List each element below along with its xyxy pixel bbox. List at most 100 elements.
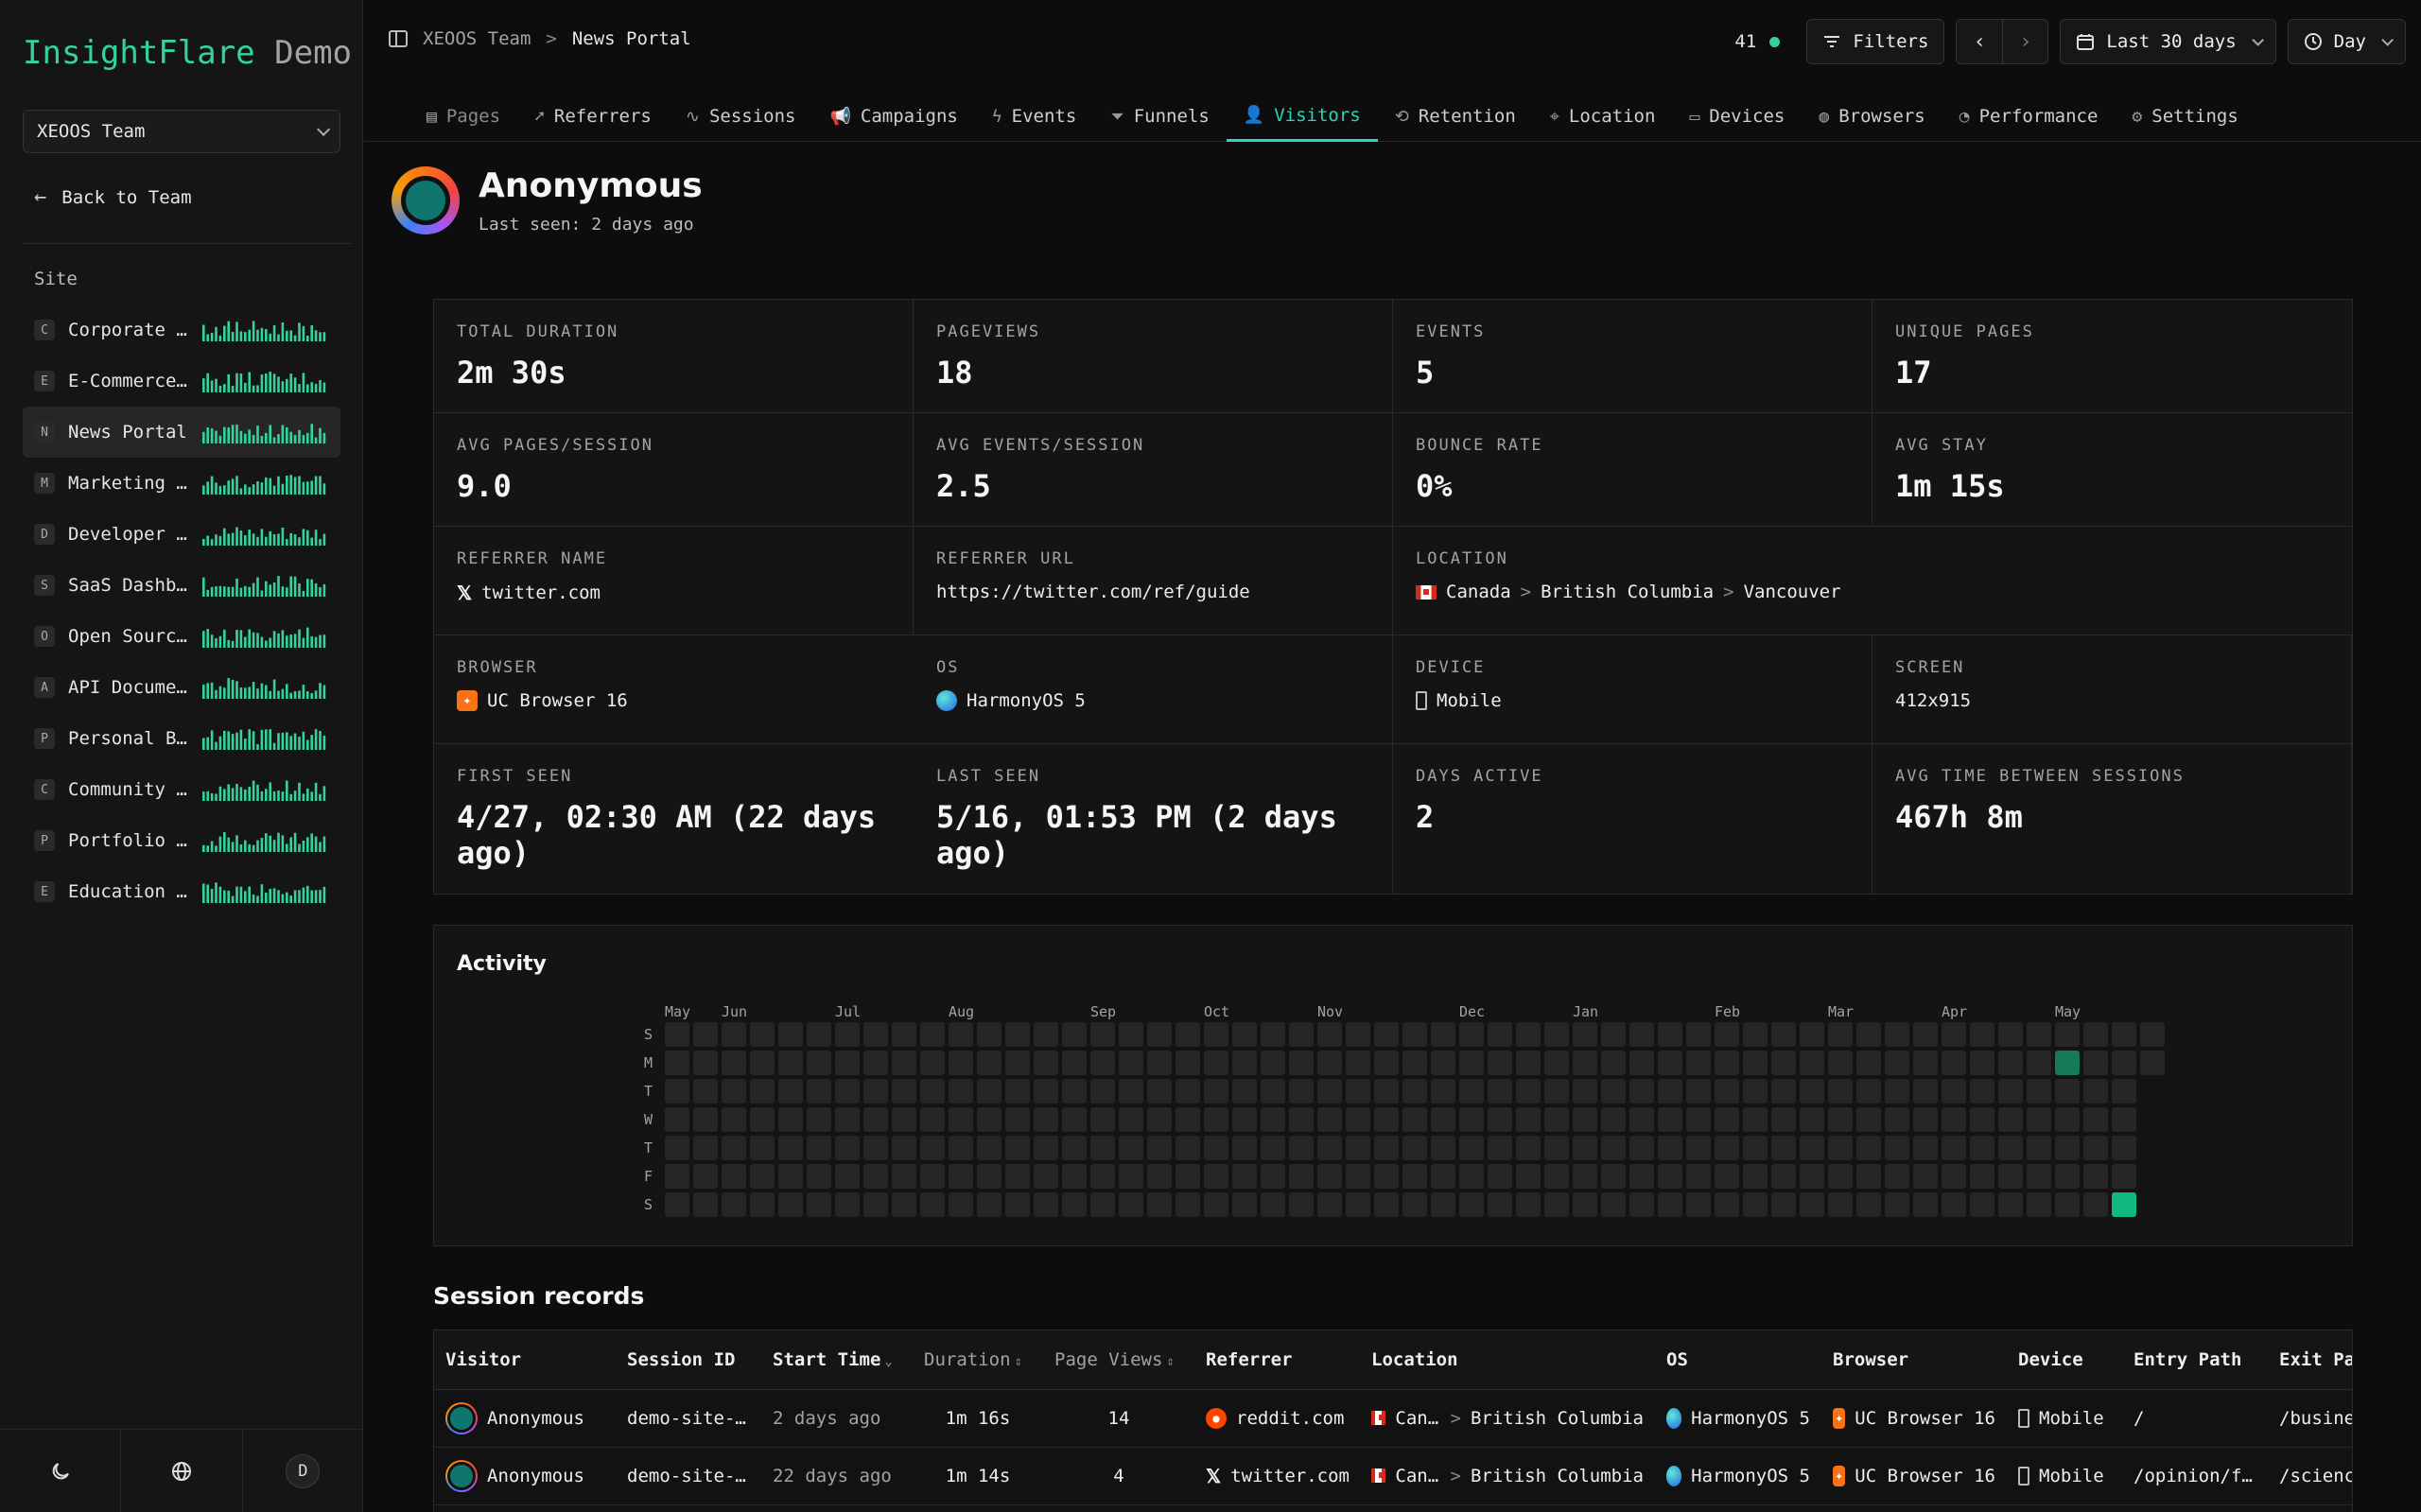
heatmap-cell[interactable] xyxy=(1828,1051,1853,1075)
heatmap-cell[interactable] xyxy=(1090,1051,1115,1075)
heatmap-cell[interactable] xyxy=(835,1136,860,1160)
heatmap-cell[interactable] xyxy=(1544,1022,1569,1047)
user-menu-button[interactable]: D xyxy=(243,1430,363,1512)
tab-devices[interactable]: ▭ Devices xyxy=(1672,91,1802,142)
heatmap-cell[interactable] xyxy=(1062,1192,1087,1217)
heatmap-cell[interactable] xyxy=(1090,1022,1115,1047)
heatmap-cell[interactable] xyxy=(2027,1079,2051,1104)
heatmap-cell[interactable] xyxy=(1317,1022,1342,1047)
heatmap-cell[interactable] xyxy=(1573,1107,1597,1132)
heatmap-cell[interactable] xyxy=(2140,1051,2165,1075)
heatmap-cell[interactable] xyxy=(1346,1164,1370,1189)
heatmap-cell[interactable] xyxy=(1289,1022,1314,1047)
date-range-select[interactable]: Last 30 days xyxy=(2060,19,2276,64)
heatmap-cell[interactable] xyxy=(693,1192,718,1217)
heatmap-cell[interactable] xyxy=(1374,1136,1399,1160)
heatmap-cell[interactable] xyxy=(1998,1051,2023,1075)
sidebar-site-item[interactable]: M Marketing Landing xyxy=(23,458,340,509)
heatmap-cell[interactable] xyxy=(1686,1136,1711,1160)
heatmap-cell[interactable] xyxy=(1573,1192,1597,1217)
heatmap-cell[interactable] xyxy=(1062,1051,1087,1075)
table-row[interactable]: Anonymous demo-site-news-portal-s222 days… xyxy=(434,1447,2352,1505)
heatmap-cell[interactable] xyxy=(1544,1079,1569,1104)
heatmap-cell[interactable] xyxy=(977,1051,1001,1075)
heatmap-cell[interactable] xyxy=(1090,1107,1115,1132)
heatmap-cell[interactable] xyxy=(778,1107,803,1132)
heatmap-cell[interactable] xyxy=(977,1164,1001,1189)
heatmap-cell[interactable] xyxy=(722,1164,746,1189)
heatmap-cell[interactable] xyxy=(1232,1051,1257,1075)
heatmap-cell[interactable] xyxy=(1686,1079,1711,1104)
tab-performance[interactable]: ◔ Performance xyxy=(1942,91,2116,142)
heatmap-cell[interactable] xyxy=(1715,1164,1739,1189)
heatmap-cell[interactable] xyxy=(722,1136,746,1160)
heatmap-cell[interactable] xyxy=(1715,1022,1739,1047)
heatmap-cell[interactable] xyxy=(920,1079,945,1104)
heatmap-cell[interactable] xyxy=(693,1136,718,1160)
heatmap-cell[interactable] xyxy=(1658,1079,1682,1104)
heatmap-cell[interactable] xyxy=(1743,1136,1768,1160)
heatmap-cell[interactable] xyxy=(1204,1107,1228,1132)
heatmap-cell[interactable] xyxy=(1431,1022,1455,1047)
heatmap-cell[interactable] xyxy=(1374,1107,1399,1132)
heatmap-cell[interactable] xyxy=(863,1164,888,1189)
back-to-team-link[interactable]: ← Back to Team xyxy=(34,185,192,209)
heatmap-cell[interactable] xyxy=(1317,1136,1342,1160)
heatmap-cell[interactable] xyxy=(1402,1192,1427,1217)
heatmap-cell[interactable] xyxy=(1346,1136,1370,1160)
heatmap-cell[interactable] xyxy=(1090,1136,1115,1160)
language-button[interactable] xyxy=(121,1430,243,1512)
heatmap-cell[interactable] xyxy=(1119,1051,1143,1075)
heatmap-cell[interactable] xyxy=(750,1051,775,1075)
heatmap-cell[interactable] xyxy=(1176,1164,1200,1189)
sidebar-site-item[interactable]: A API Documentation xyxy=(23,662,340,713)
heatmap-cell[interactable] xyxy=(1204,1079,1228,1104)
heatmap-cell[interactable] xyxy=(949,1136,973,1160)
heatmap-cell[interactable] xyxy=(1913,1164,1938,1189)
heatmap-cell[interactable] xyxy=(1402,1164,1427,1189)
heatmap-cell[interactable] xyxy=(807,1051,831,1075)
heatmap-cell[interactable] xyxy=(1402,1136,1427,1160)
heatmap-cell[interactable] xyxy=(750,1107,775,1132)
heatmap-cell[interactable] xyxy=(1998,1136,2023,1160)
heatmap-cell[interactable] xyxy=(1573,1022,1597,1047)
heatmap-cell[interactable] xyxy=(1034,1107,1058,1132)
heatmap-cell[interactable] xyxy=(2083,1107,2108,1132)
sidebar-site-item[interactable]: C Community Forum xyxy=(23,764,340,815)
heatmap-cell[interactable] xyxy=(949,1164,973,1189)
table-row[interactable]: Anonymous demo-site-news-portal-s12 days … xyxy=(434,1389,2352,1448)
heatmap-cell[interactable] xyxy=(892,1051,916,1075)
heatmap-cell[interactable] xyxy=(693,1107,718,1132)
heatmap-cell[interactable] xyxy=(2112,1136,2136,1160)
heatmap-cell[interactable] xyxy=(863,1022,888,1047)
heatmap-cell[interactable] xyxy=(1913,1192,1938,1217)
heatmap-cell[interactable] xyxy=(835,1022,860,1047)
heatmap-cell[interactable] xyxy=(1601,1107,1626,1132)
heatmap-cell[interactable] xyxy=(1601,1164,1626,1189)
heatmap-cell[interactable] xyxy=(2083,1051,2108,1075)
heatmap-cell[interactable] xyxy=(1601,1022,1626,1047)
heatmap-cell[interactable] xyxy=(1942,1192,1966,1217)
heatmap-cell[interactable] xyxy=(750,1164,775,1189)
heatmap-cell[interactable] xyxy=(1488,1136,1512,1160)
heatmap-cell[interactable] xyxy=(1005,1079,1030,1104)
heatmap-cell[interactable] xyxy=(1034,1022,1058,1047)
heatmap-cell[interactable] xyxy=(1544,1192,1569,1217)
heatmap-cell[interactable] xyxy=(1516,1079,1541,1104)
heatmap-cell[interactable] xyxy=(1261,1107,1285,1132)
heatmap-cell[interactable] xyxy=(693,1051,718,1075)
heatmap-cell[interactable] xyxy=(1176,1136,1200,1160)
heatmap-cell[interactable] xyxy=(1771,1192,1796,1217)
heatmap-cell[interactable] xyxy=(949,1107,973,1132)
col-duration[interactable]: Duration ⇕ xyxy=(913,1330,1043,1390)
theme-toggle-button[interactable] xyxy=(0,1430,122,1512)
heatmap-cell[interactable] xyxy=(1828,1107,1853,1132)
heatmap-cell[interactable] xyxy=(1176,1079,1200,1104)
heatmap-cell[interactable] xyxy=(920,1164,945,1189)
heatmap-cell[interactable] xyxy=(863,1079,888,1104)
heatmap-cell[interactable] xyxy=(1488,1022,1512,1047)
heatmap-cell[interactable] xyxy=(977,1022,1001,1047)
heatmap-cell[interactable] xyxy=(2112,1192,2136,1217)
heatmap-cell[interactable] xyxy=(1658,1051,1682,1075)
heatmap-cell[interactable] xyxy=(1601,1079,1626,1104)
